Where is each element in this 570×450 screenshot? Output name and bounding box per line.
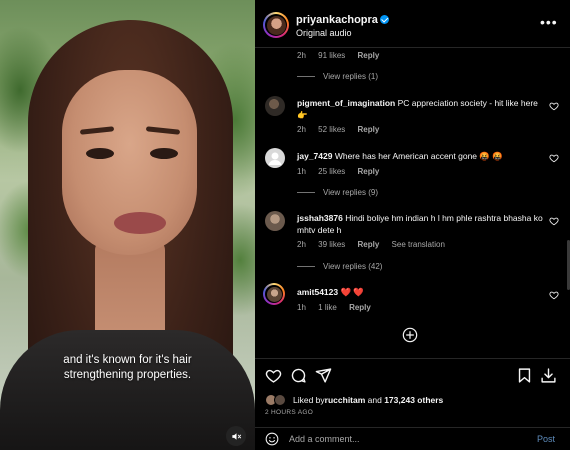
post-header: priyankachopra Original audio ••• [255,0,570,48]
liked-by-and: and [365,395,385,405]
comment-meta: 1h 1 like Reply [297,303,381,312]
lips [114,212,166,234]
author-username-row[interactable]: priyankachopra [296,14,389,26]
comment-icon[interactable] [290,367,307,384]
comment-likes[interactable]: 25 likes [318,167,345,176]
comment-time: 2h [297,240,306,249]
reply-button[interactable]: Reply [349,303,371,312]
post-actions: Liked by rucchitam and 173,243 others 2 … [255,358,570,450]
comment-time: 1h [297,303,306,312]
commenter-username[interactable]: pigment_of_imagination [297,98,395,108]
author-username[interactable]: priyankachopra [296,14,378,26]
comment-like-heart-icon[interactable] [549,153,559,163]
commenter-avatar[interactable] [265,96,285,116]
commenter-avatar[interactable] [265,211,285,231]
comment-likes[interactable]: 39 likes [318,240,345,249]
bookmark-icon[interactable] [516,367,533,384]
comment-text: pigment_of_imagination PC appreciation s… [297,97,547,121]
view-replies-label[interactable]: View replies (9) [323,188,378,197]
video-player[interactable]: and it's known for it's hair strengtheni… [0,0,255,450]
video-caption-line-1: and it's known for it's hair [63,354,192,366]
liked-by-row: Liked by rucchitam and 173,243 others [265,394,443,406]
audio-label[interactable]: Original audio [296,28,352,38]
see-translation-button[interactable]: See translation [392,240,445,249]
comment-composer: Add a comment... Post [255,427,570,450]
reply-button[interactable]: Reply [358,125,380,134]
liked-by-username[interactable]: rucchitam [325,395,366,405]
verified-badge-icon [379,15,389,24]
liked-by-others[interactable]: 173,243 others [384,395,443,405]
comment-likes[interactable]: 91 likes [318,51,345,60]
view-replies-button[interactable]: View replies (1) [297,72,378,81]
eye-left [86,148,114,159]
comment-likes[interactable]: 52 likes [318,125,345,134]
post-details-panel: priyankachopra Original audio ••• 2h 91 … [255,0,570,450]
comment-meta: 2h 91 likes Reply [297,51,389,60]
commenter-username[interactable]: jsshah3876 [297,213,343,223]
comment-like-heart-icon[interactable] [549,290,559,300]
comment-body: ❤️ ❤️ [338,287,365,297]
view-replies-button[interactable]: View replies (9) [297,188,378,197]
commenter-avatar[interactable] [263,283,285,305]
share-icon[interactable] [315,367,332,384]
view-replies-button[interactable]: View replies (42) [297,262,382,271]
video-subject-shirt [0,330,255,450]
post-comment-button[interactable]: Post [537,434,555,444]
add-comment-input[interactable]: Add a comment... [289,434,360,444]
liked-by-prefix: Liked by [293,395,325,405]
emoji-icon[interactable] [265,432,279,446]
comment-meta: 1h 25 likes Reply [297,167,389,176]
reply-button[interactable]: Reply [358,240,380,249]
add-comments-icon[interactable] [402,327,418,343]
liked-by-avatars[interactable] [265,394,289,406]
mute-icon [231,432,241,440]
comment-text: amit54123 ❤️ ❤️ [297,286,547,298]
author-avatar[interactable] [263,12,289,38]
comment-like-heart-icon[interactable] [549,101,559,111]
comment-like-heart-icon[interactable] [549,216,559,226]
comment-text: jay_7429 Where has her American accent g… [297,150,547,162]
comment-meta: 2h 39 likes Reply See translation [297,240,455,249]
post-timestamp[interactable]: 2 HOURS AGO [265,409,313,416]
eye-right [150,148,178,159]
video-caption-line-2: strengthening properties. [63,369,192,381]
reply-button[interactable]: Reply [358,167,380,176]
commenter-avatar[interactable] [265,148,285,168]
comment-time: 1h [297,167,306,176]
view-replies-label[interactable]: View replies (42) [323,262,382,271]
commenter-username[interactable]: amit54123 [297,287,338,297]
comment-text: jsshah3876 Hindi boliye hm indian h l hm… [297,212,547,236]
more-options-icon[interactable]: ••• [540,15,558,29]
comment-time: 2h [297,51,306,60]
comment-body: Where has her American accent gone 🤬 🤬 [332,151,503,161]
commenter-username[interactable]: jay_7429 [297,151,332,161]
comment-likes[interactable]: 1 like [318,303,337,312]
reply-button[interactable]: Reply [358,51,380,60]
heart-icon[interactable] [265,367,282,384]
comment-meta: 2h 52 likes Reply [297,125,389,134]
default-avatar-icon [268,152,282,165]
download-icon[interactable] [540,367,557,384]
view-replies-label[interactable]: View replies (1) [323,72,378,81]
comment-time: 2h [297,125,306,134]
mute-button[interactable] [226,426,246,446]
